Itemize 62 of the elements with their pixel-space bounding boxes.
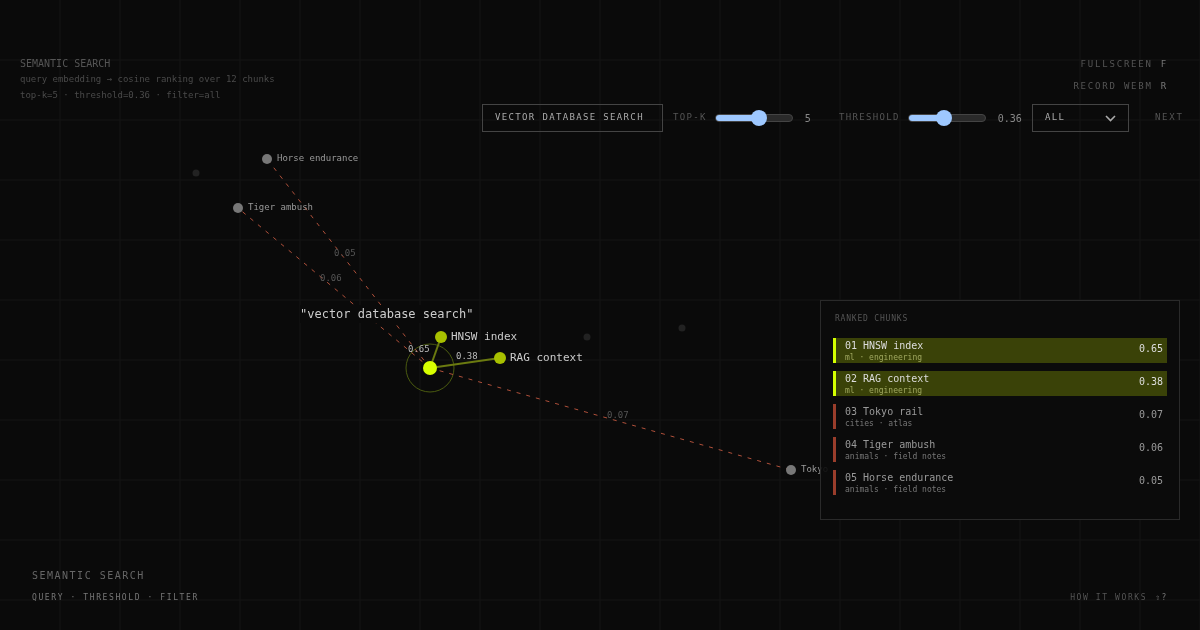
point-dot bbox=[678, 324, 686, 332]
rank-bar bbox=[833, 470, 836, 495]
action-link[interactable]: RECORD WEBM R bbox=[1073, 79, 1168, 93]
app-title: SEMANTIC SEARCH bbox=[20, 57, 112, 71]
chunk-score: 0.07 bbox=[1138, 408, 1164, 422]
similarity-score: 0.38 bbox=[456, 350, 478, 363]
slider-thumb[interactable] bbox=[935, 110, 952, 126]
query-select[interactable]: VECTOR DATABASE SEARCH bbox=[482, 104, 663, 132]
ranked-row[interactable]: 03 Tokyo rail cities · atlas 0.07 bbox=[833, 404, 1167, 429]
rank-bar bbox=[833, 437, 836, 462]
similarity-score: 0.65 bbox=[408, 343, 430, 356]
chunk-node[interactable] bbox=[786, 465, 796, 475]
chunk-name: 04 Tiger ambush bbox=[845, 440, 937, 450]
chunk-tags: cities · atlas bbox=[845, 420, 1139, 428]
footer-title: SEMANTIC SEARCH bbox=[32, 569, 146, 583]
point-dot bbox=[192, 169, 200, 177]
chunk-node[interactable] bbox=[262, 154, 272, 164]
chunk-name: 05 Horse endurance bbox=[845, 473, 955, 483]
ranked-row[interactable]: 01 HNSW index ml · engineering 0.65 bbox=[833, 338, 1167, 363]
query-node bbox=[423, 361, 437, 375]
action-link[interactable]: FULLSCREEN F bbox=[1080, 58, 1168, 72]
rank-bar bbox=[833, 338, 836, 363]
query-radius-ring bbox=[405, 343, 455, 393]
point-dot bbox=[583, 333, 591, 341]
chunk-name: 02 RAG context bbox=[845, 374, 931, 384]
slider-label: TOP-K bbox=[673, 111, 707, 125]
query-label: "vector database search" bbox=[300, 305, 474, 323]
rank-bar bbox=[833, 371, 836, 396]
slider-label: THRESHOLD bbox=[838, 111, 900, 125]
node-label: HNSW index bbox=[451, 329, 518, 345]
slider-value: 5 bbox=[804, 111, 811, 126]
similarity-score: 0.07 bbox=[607, 409, 629, 422]
similarity-score: 0.05 bbox=[334, 247, 356, 260]
chunk-tags: animals · field notes bbox=[845, 486, 1139, 494]
chunk-name: 03 Tokyo rail bbox=[845, 407, 925, 417]
node-label: Horse endurance bbox=[277, 152, 359, 165]
chunk-score: 0.38 bbox=[1138, 375, 1164, 389]
caret-icon bbox=[1104, 114, 1116, 122]
node-label: RAG context bbox=[510, 350, 583, 366]
chunk-tags: ml · engineering bbox=[845, 354, 1139, 362]
ranked-row[interactable]: 02 RAG context ml · engineering 0.38 bbox=[833, 371, 1167, 396]
ranked-row[interactable]: 04 Tiger ambush animals · field notes 0.06 bbox=[833, 437, 1167, 462]
slider-value: 0.36 bbox=[997, 111, 1022, 126]
chunk-name: 01 HNSW index bbox=[845, 341, 925, 351]
slider-thumb[interactable] bbox=[751, 110, 768, 126]
ranked-row[interactable]: 05 Horse endurance animals · field notes 0.05 bbox=[833, 470, 1167, 495]
footer-subtitle: QUERY · THRESHOLD · FILTER bbox=[32, 592, 199, 604]
chunk-node[interactable] bbox=[494, 352, 506, 364]
rank-bar bbox=[833, 404, 836, 429]
chunk-score: 0.05 bbox=[1138, 474, 1164, 488]
chunk-score: 0.06 bbox=[1138, 441, 1164, 455]
chunk-node[interactable] bbox=[233, 203, 243, 213]
filter-select[interactable]: ALL bbox=[1031, 104, 1129, 132]
chunk-tags: ml · engineering bbox=[845, 387, 1139, 395]
panel-title: RANKED CHUNKS bbox=[835, 313, 909, 325]
parameters-text: top-k=5 · threshold=0.36 · filter=all bbox=[20, 88, 222, 102]
chunk-node[interactable] bbox=[435, 331, 447, 343]
help-link[interactable]: HOW IT WORKS ⇧? bbox=[1070, 592, 1168, 604]
node-label: Tiger ambush bbox=[248, 201, 314, 214]
chunk-tags: animals · field notes bbox=[845, 453, 1139, 461]
similarity-score: 0.06 bbox=[320, 272, 342, 285]
chunk-score: 0.65 bbox=[1138, 342, 1164, 356]
